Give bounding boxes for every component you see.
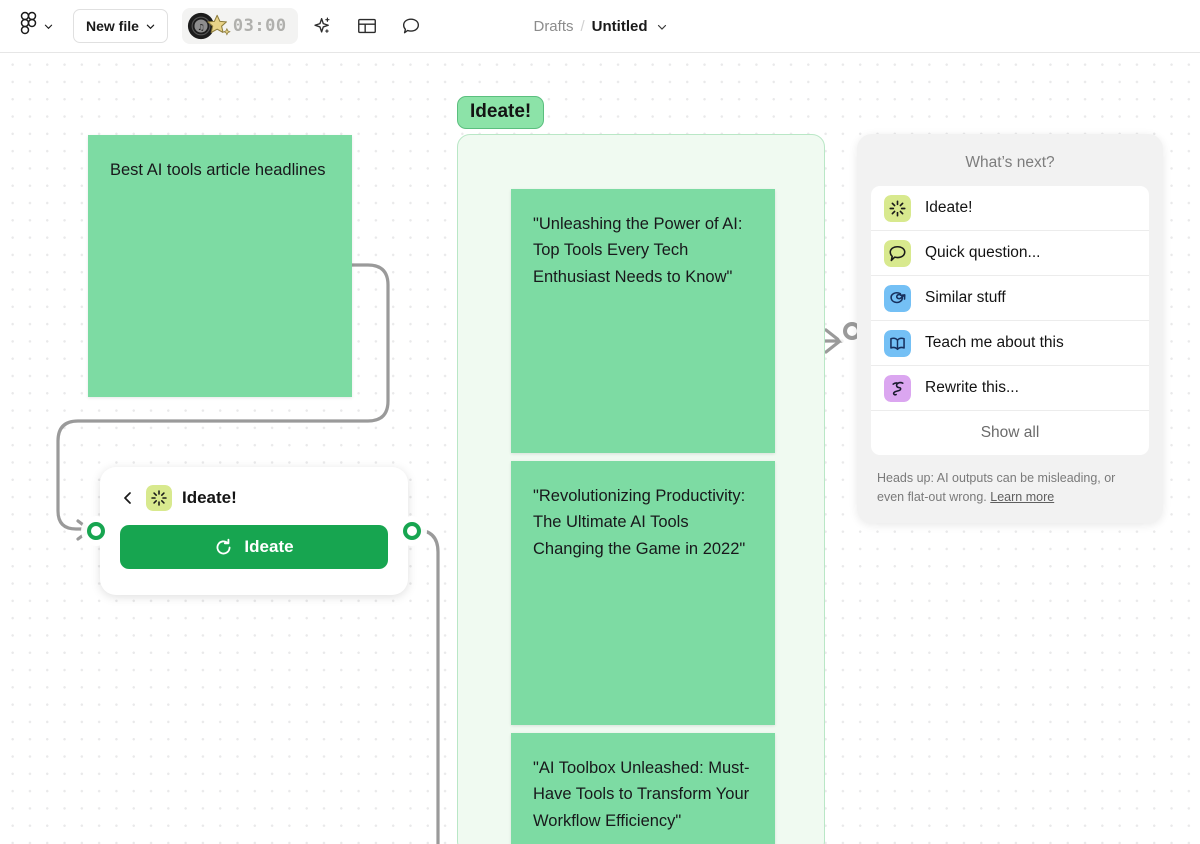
ideate-button[interactable]: Ideate xyxy=(120,525,388,569)
next-item-rewrite[interactable]: Rewrite this... xyxy=(871,366,1149,411)
learn-more-link[interactable]: Learn more xyxy=(990,490,1054,504)
ai-disclaimer: Heads up: AI outputs can be misleading, … xyxy=(871,455,1149,508)
new-file-button[interactable]: New file xyxy=(73,9,168,43)
next-item-label: Ideate! xyxy=(925,199,973,216)
show-all-button[interactable]: Show all xyxy=(871,411,1149,455)
next-item-quick-question[interactable]: Quick question... xyxy=(871,231,1149,276)
toolbar-left-group: New file ♫ 03:00 xyxy=(0,7,430,45)
next-item-ideate[interactable]: Ideate! xyxy=(871,186,1149,231)
output-sticky-note[interactable]: "AI Toolbox Unleashed: Must-Have Tools t… xyxy=(511,733,775,844)
breadcrumb-drafts[interactable]: Drafts xyxy=(533,18,573,35)
input-sticky-note[interactable]: Best AI tools article headlines xyxy=(88,135,352,397)
next-item-teach-me[interactable]: Teach me about this xyxy=(871,321,1149,366)
scribble-pen-icon xyxy=(884,374,911,402)
ai-tools-button[interactable] xyxy=(304,7,342,45)
open-book-icon xyxy=(884,329,911,357)
gold-star-icon xyxy=(207,14,231,36)
comment-bubble-icon xyxy=(402,18,419,34)
top-toolbar: New file ♫ 03:00 Drafts / Untitled xyxy=(0,0,1200,53)
ideate-card-header: Ideate! xyxy=(120,481,388,515)
output-group-container[interactable]: "Unleashing the Power of AI: Top Tools E… xyxy=(457,134,825,844)
layout-grid-icon xyxy=(357,18,376,34)
comment-button[interactable] xyxy=(392,7,430,45)
chevron-left-icon[interactable] xyxy=(120,490,136,506)
sparkle-ai-icon xyxy=(313,17,330,33)
timer-value: 03:00 xyxy=(232,16,287,36)
figjam-logo-icon xyxy=(20,11,38,41)
ideate-action-card[interactable]: Ideate! Ideate xyxy=(100,467,408,595)
next-item-label: Rewrite this... xyxy=(925,379,1019,396)
breadcrumb-separator: / xyxy=(580,18,585,35)
output-sticky-note[interactable]: "Unleashing the Power of AI: Top Tools E… xyxy=(511,189,775,453)
whats-next-panel: What’s next? Ideate! Quick question... S… xyxy=(857,134,1163,523)
refresh-icon xyxy=(216,538,231,554)
group-label-pill[interactable]: Ideate! xyxy=(457,96,545,129)
figjam-menu-button[interactable] xyxy=(14,7,59,45)
next-item-label: Similar stuff xyxy=(925,289,1006,306)
output-sticky-note[interactable]: "Revolutionizing Productivity: The Ultim… xyxy=(511,461,775,725)
whats-next-title: What’s next? xyxy=(965,154,1055,171)
next-item-label: Quick question... xyxy=(925,244,1041,261)
page-title[interactable]: Untitled xyxy=(592,18,648,35)
chevron-down-icon[interactable] xyxy=(657,22,667,32)
whats-next-list: Ideate! Quick question... Similar stuff xyxy=(871,186,1149,455)
new-file-label: New file xyxy=(86,18,139,34)
sparkle-burst-icon xyxy=(884,194,911,222)
speech-bubble-icon xyxy=(884,239,911,267)
chevron-down-icon xyxy=(44,24,53,29)
figjam-canvas[interactable]: Best AI tools article headlines Ideate! … xyxy=(0,53,1200,844)
ideate-card-title: Ideate! xyxy=(182,488,237,507)
connector-port-right[interactable] xyxy=(403,522,421,540)
connector-port-left[interactable] xyxy=(87,522,105,540)
timer-chip[interactable]: ♫ 03:00 xyxy=(181,8,298,44)
swirl-arrow-icon xyxy=(884,284,911,312)
layout-button[interactable] xyxy=(348,7,386,45)
chevron-down-icon xyxy=(146,24,155,29)
ideate-button-label: Ideate xyxy=(244,537,294,556)
sparkle-burst-icon xyxy=(146,485,172,511)
next-item-similar-stuff[interactable]: Similar stuff xyxy=(871,276,1149,321)
next-item-label: Teach me about this xyxy=(925,334,1064,351)
svg-text:♫: ♫ xyxy=(197,22,205,32)
